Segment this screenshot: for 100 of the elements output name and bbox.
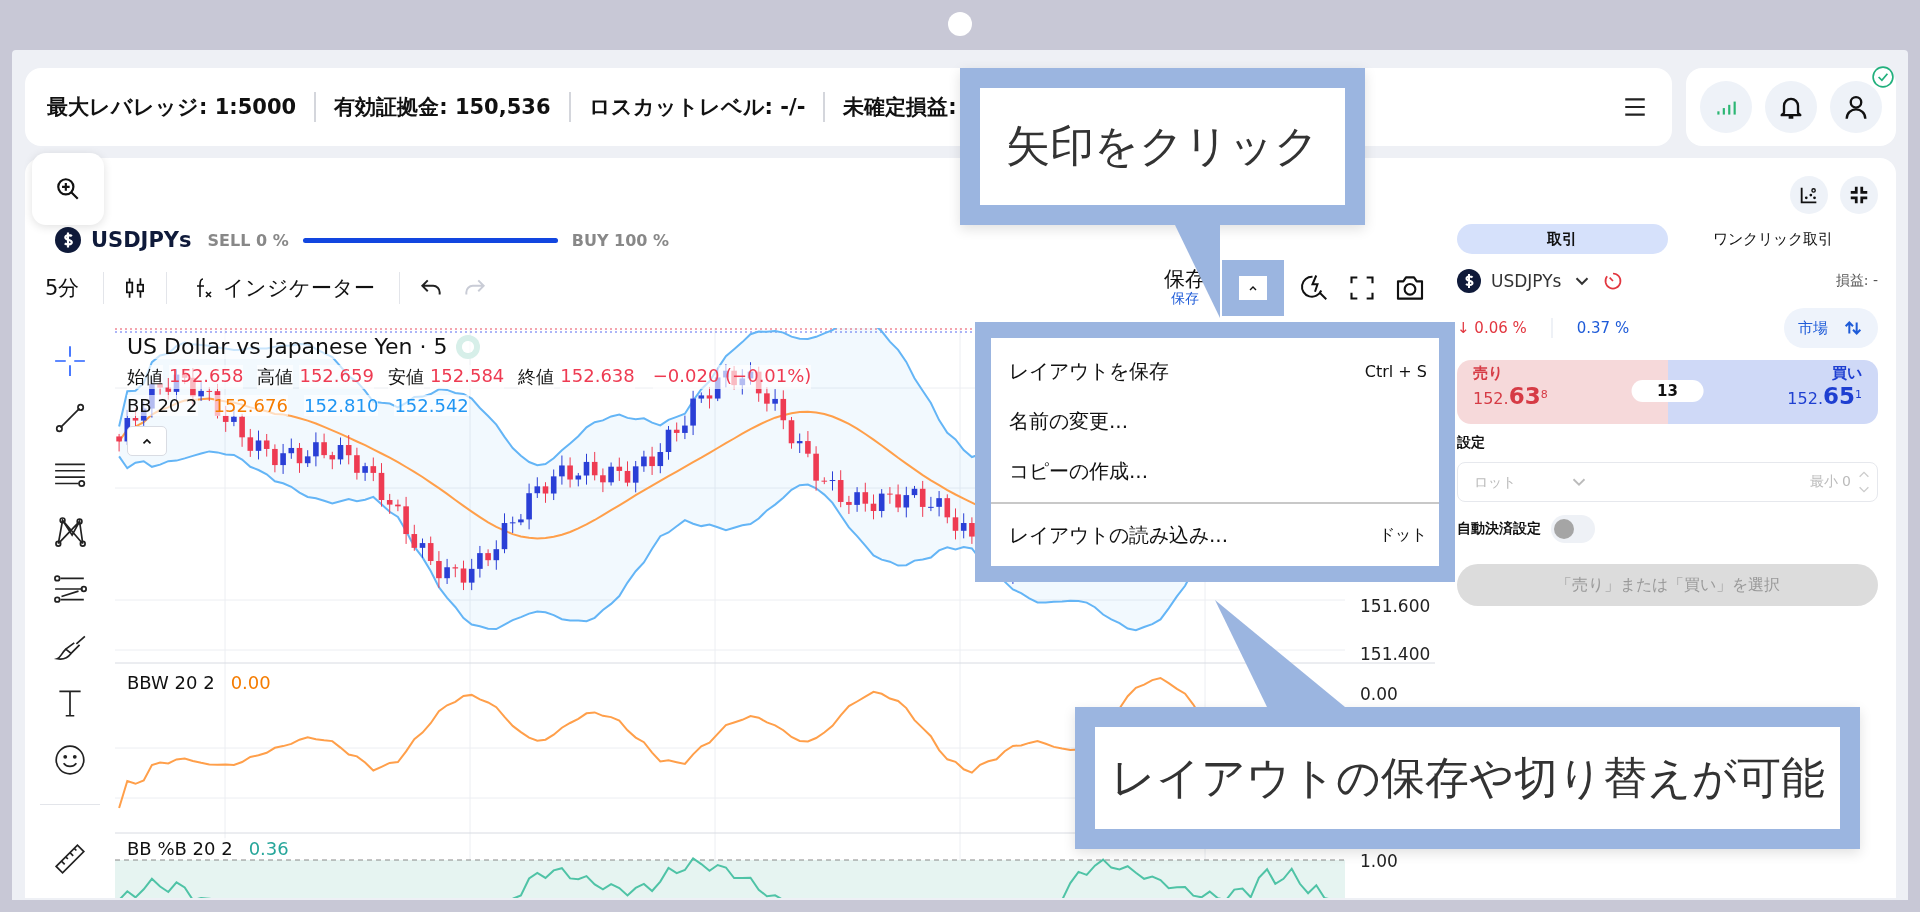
trade-tab[interactable]: ワンクリック取引 xyxy=(1667,224,1878,254)
indicator-value: 152.676 xyxy=(213,395,288,416)
candle xyxy=(887,486,893,505)
buy-percent: BUY 100 % xyxy=(571,230,670,250)
candle xyxy=(649,446,655,476)
candle xyxy=(854,486,860,513)
candle xyxy=(813,445,819,492)
emoji-tool-icon[interactable] xyxy=(53,743,87,777)
quick-search-icon[interactable] xyxy=(1300,272,1330,303)
ohlc-value: 152.658 xyxy=(169,365,244,389)
collapse-icon[interactable] xyxy=(1840,176,1878,214)
candle xyxy=(272,443,278,473)
symbol-name: USDJPYs xyxy=(1491,271,1562,291)
callout-box: 矢印をクリック xyxy=(960,68,1365,225)
ohlc-label: 高値 xyxy=(257,365,294,389)
chart-title: US Dollar vs Japanese Yen · 5 xyxy=(127,334,448,359)
candle xyxy=(526,483,532,530)
candle xyxy=(280,443,286,475)
account-stat: 未確定損益: xyxy=(843,94,957,121)
candle xyxy=(895,484,901,513)
account-stat: 最大レバレッジ: 1:5000 xyxy=(47,94,297,121)
profit-loss-label: 損益: - xyxy=(1835,272,1878,290)
price-axis-label: 151.400 xyxy=(1360,644,1431,664)
zoom-in-icon xyxy=(55,176,81,202)
crosshair-tool-icon[interactable] xyxy=(53,344,87,378)
candle xyxy=(354,447,360,481)
candle xyxy=(641,450,647,473)
account-stat: ロスカットレベル: -/- xyxy=(588,94,806,121)
candle xyxy=(403,496,409,545)
ruler-tool-icon[interactable] xyxy=(53,842,87,876)
timer-icon[interactable] xyxy=(1603,271,1624,291)
indicator-value: 152.810 xyxy=(303,395,379,416)
dollar-coin-icon xyxy=(1457,269,1481,293)
candle xyxy=(313,431,319,467)
lot-field[interactable]: ロット xyxy=(1472,473,1562,491)
candle xyxy=(116,433,122,452)
candle xyxy=(239,413,245,448)
candle xyxy=(444,558,450,585)
candle xyxy=(321,433,327,459)
order-type-button[interactable]: 市場 xyxy=(1784,308,1878,348)
candle xyxy=(567,456,573,488)
candle xyxy=(518,513,524,526)
candle xyxy=(682,415,688,440)
interval-button[interactable]: 5分 xyxy=(39,269,86,306)
candle xyxy=(600,467,606,493)
candle xyxy=(198,381,204,402)
menu-item[interactable]: コピーの作成... xyxy=(1009,457,1149,485)
candle xyxy=(846,495,852,515)
ohlc-value: 152.659 xyxy=(299,365,374,389)
ohlc-label: 始値 xyxy=(127,365,163,389)
spread-percent: 0.37 % xyxy=(1576,319,1630,337)
candle xyxy=(485,548,491,567)
price-change: −0.020 (−0.01%) xyxy=(652,365,812,389)
chart-settings-icon[interactable] xyxy=(1790,176,1828,214)
spread-badge: 13 xyxy=(1631,380,1704,402)
candle xyxy=(477,545,483,579)
candle xyxy=(969,516,975,545)
candle xyxy=(805,430,811,458)
camera-dot xyxy=(948,12,972,36)
trade-tab[interactable]: 取引 xyxy=(1457,224,1668,254)
candle xyxy=(936,490,942,517)
fullscreen-icon[interactable] xyxy=(1348,273,1376,302)
bbw-axis-label: 0.00 xyxy=(1360,684,1398,704)
settings-label: 設定 xyxy=(1457,434,1486,452)
user-button[interactable] xyxy=(1829,81,1882,133)
notification-button[interactable] xyxy=(1765,81,1817,133)
candle xyxy=(928,496,934,512)
candle xyxy=(395,499,401,512)
menu-item[interactable]: レイアウトの読み込み... xyxy=(1009,521,1229,549)
candle xyxy=(772,388,778,412)
percent-b-axis-label: 1.00 xyxy=(1360,851,1398,871)
menu-item[interactable]: 名前の変更... xyxy=(1009,407,1129,435)
candle xyxy=(690,390,696,436)
menu-shortcut: Ctrl + S xyxy=(1364,361,1427,381)
trend-line-tool-icon[interactable] xyxy=(53,401,87,435)
menu-item[interactable]: レイアウトを保存 xyxy=(1009,357,1169,385)
auto-close-label: 自動決済設定 xyxy=(1457,520,1541,538)
indicator-label: BB 20 2 xyxy=(127,395,198,416)
minimum-lot-label: 最小 0 xyxy=(1809,473,1851,491)
symbol-name: USDJPYs xyxy=(91,228,192,252)
candle xyxy=(436,550,442,589)
candle xyxy=(362,462,368,482)
pattern-tool-icon[interactable] xyxy=(53,515,87,549)
indicator-value: 152.542 xyxy=(394,395,469,416)
indicator-label: BB %B 20 2 xyxy=(127,838,233,859)
zoom-in-button[interactable] xyxy=(32,153,104,225)
ohlc-label: 安値 xyxy=(387,365,424,389)
candle xyxy=(559,455,565,486)
save-status: 保存 xyxy=(1171,291,1199,307)
ohlc-value: 152.584 xyxy=(429,365,505,389)
sell-percent: SELL 0 % xyxy=(207,230,289,250)
layout-menu-button[interactable] xyxy=(1239,275,1267,300)
forecast-tool-icon[interactable] xyxy=(53,572,87,606)
auto-close-toggle[interactable] xyxy=(1551,515,1595,543)
indicators-button[interactable]: インジケーター xyxy=(185,269,382,306)
account-stat: 有効証拠金: 150,536 xyxy=(334,94,551,121)
ohlc-label: 終値 xyxy=(518,365,555,389)
price-axis-label: 151.600 xyxy=(1360,596,1431,616)
collapse-legend-button[interactable] xyxy=(127,426,167,456)
change-percent: ↓ 0.06 % xyxy=(1457,319,1527,337)
